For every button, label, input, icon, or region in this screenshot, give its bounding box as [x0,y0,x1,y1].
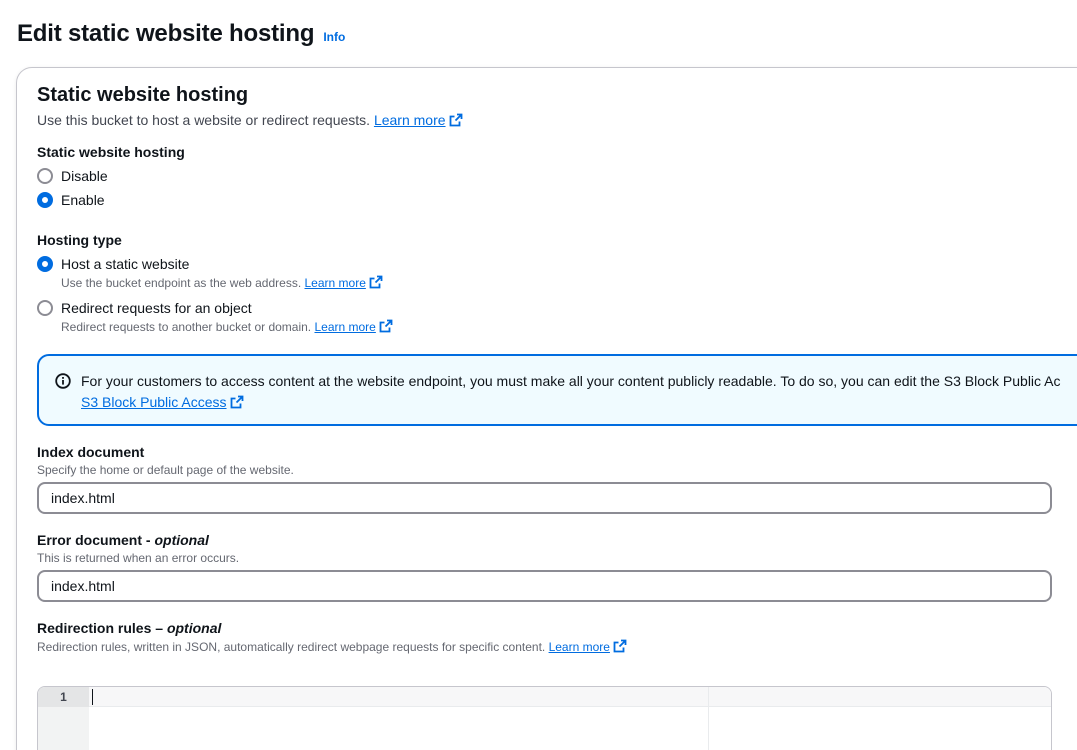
radio-button-checked[interactable] [37,256,53,272]
index-document-input[interactable]: index.html [37,482,1052,514]
option-description: Use the bucket endpoint as the web addre… [61,276,302,290]
redirection-rules-label: Redirection rules – optional [37,620,221,636]
host-static-learn-more-link[interactable]: Learn more [304,275,383,290]
alert-link-label: S3 Block Public Access [81,394,227,410]
index-document-description: Specify the home or default page of the … [37,463,294,477]
radio-label: Disable [61,168,108,184]
optional-tag: optional [166,620,222,636]
label-text: Error document - [37,532,155,548]
radio-button[interactable] [37,168,53,184]
section-title: Static website hosting [37,84,249,106]
editor-active-line[interactable] [89,687,1051,707]
hosting-type-label: Hosting type [37,232,122,248]
external-link-icon [613,639,627,653]
redirection-learn-more-link[interactable]: Learn more [548,639,627,654]
hosting-toggle-label: Static website hosting [37,144,185,160]
learn-more-label: Learn more [373,112,446,128]
radio-button-checked[interactable] [37,192,53,208]
block-public-access-link[interactable]: S3 Block Public Access [81,394,244,410]
page-header: Edit static website hosting Info [17,20,345,48]
line-number: 1 [38,687,89,707]
section-learn-more-link[interactable]: Learn more [374,112,463,128]
page-title: Edit static website hosting [17,20,315,47]
description-text: Redirection rules, written in JSON, auto… [37,640,546,654]
radio-label: Redirect requests for an object [61,300,252,316]
radio-enable[interactable]: Enable [37,192,105,208]
section-description-text: Use this bucket to host a website or red… [37,112,371,128]
section-description: Use this bucket to host a website or red… [37,112,463,128]
radio-disable[interactable]: Disable [37,168,108,184]
radio-host-static-website[interactable]: Host a static website [37,256,189,272]
option-description: Redirect requests to another bucket or d… [61,320,312,334]
index-document-label: Index document [37,444,145,460]
radio-button[interactable] [37,300,53,316]
info-link[interactable]: Info [323,30,345,44]
redirection-rules-editor[interactable]: 1 [37,686,1052,750]
external-link-icon [369,275,383,289]
learn-more-label: Learn more [304,276,366,290]
print-margin [708,687,709,750]
redirect-description: Redirect requests to another bucket or d… [61,319,393,334]
external-link-icon [379,319,393,333]
radio-redirect-requests[interactable]: Redirect requests for an object [37,300,252,316]
optional-tag: optional [154,532,209,548]
editor-cursor [92,689,93,705]
learn-more-label: Learn more [548,640,610,654]
host-static-description: Use the bucket endpoint as the web addre… [61,275,383,290]
error-document-input[interactable]: index.html [37,570,1052,602]
public-access-alert: For your customers to access content at … [37,354,1077,426]
info-icon [55,373,71,389]
error-document-description: This is returned when an error occurs. [37,551,240,565]
error-document-label: Error document - optional [37,532,209,548]
alert-message: For your customers to access content at … [81,373,1061,389]
radio-label: Enable [61,192,105,208]
external-link-icon [230,395,243,409]
radio-label: Host a static website [61,256,190,272]
learn-more-label: Learn more [314,320,376,334]
redirect-learn-more-link[interactable]: Learn more [314,319,393,334]
external-link-icon [449,113,462,127]
label-text: Redirection rules – [37,620,167,636]
redirection-rules-description: Redirection rules, written in JSON, auto… [37,639,627,654]
